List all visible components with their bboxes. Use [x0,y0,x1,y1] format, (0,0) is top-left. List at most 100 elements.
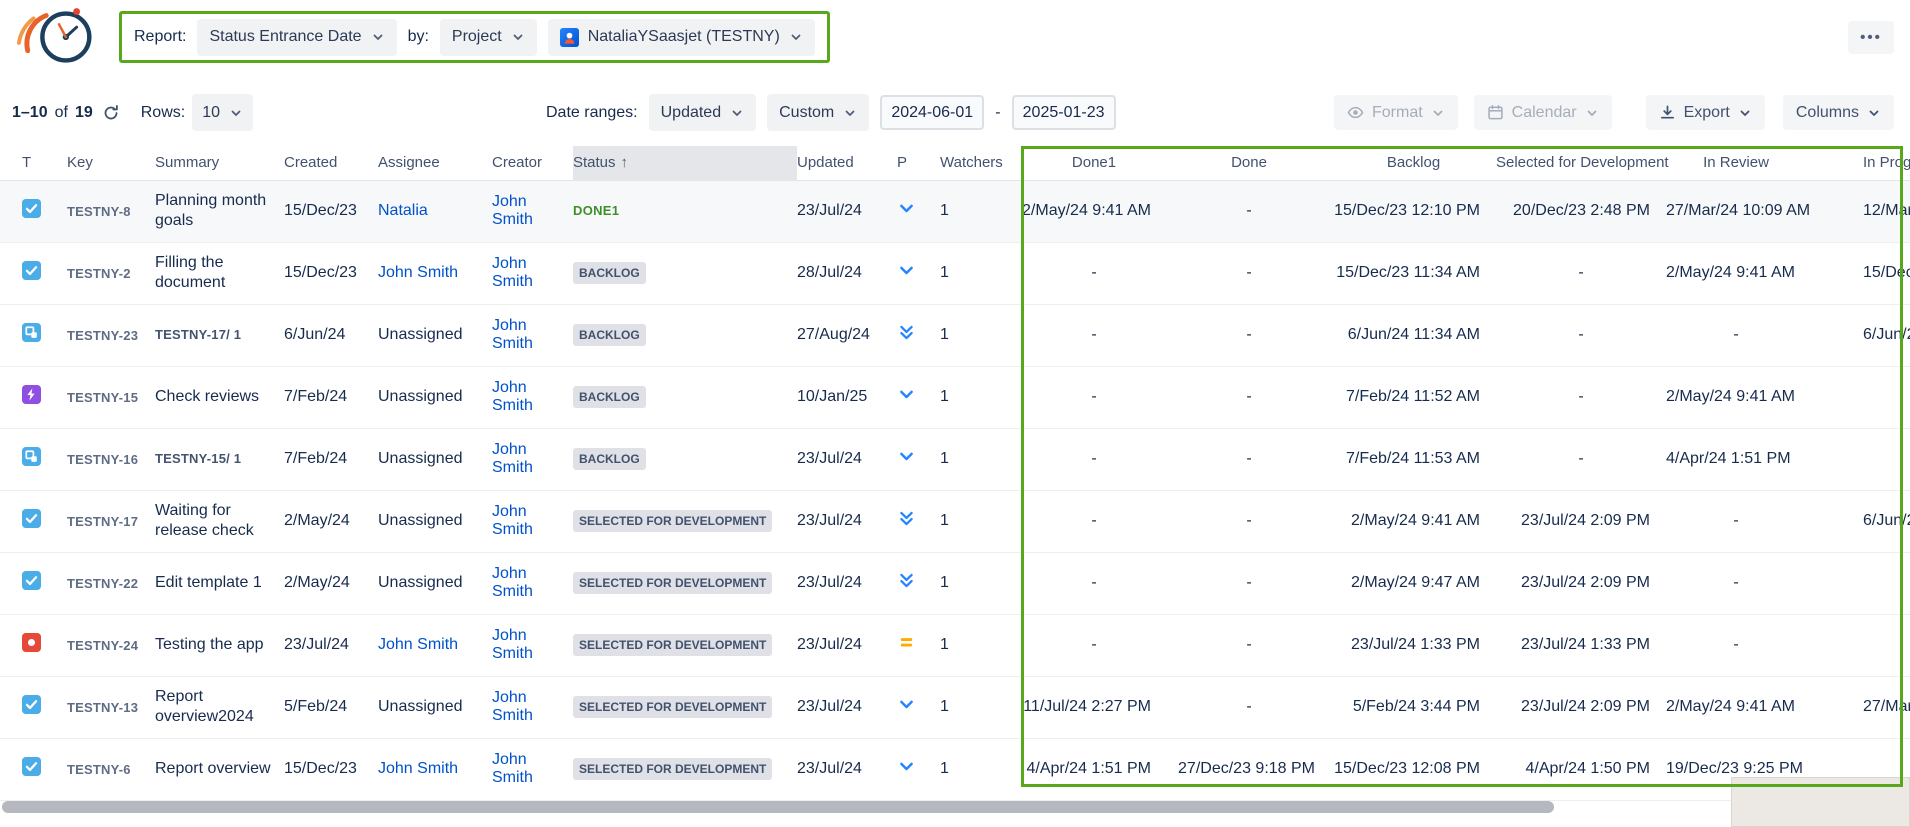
refresh-button[interactable] [100,102,122,124]
pagination-of-label: of [55,104,68,122]
report-type-dropdown[interactable]: Status Entrance Date [197,19,396,56]
priority-low-icon [897,261,916,280]
creator-link[interactable]: John Smith [492,689,533,724]
issue-summary: Report overview [155,738,284,800]
assignee-cell: Unassigned [378,676,492,738]
assignee-link[interactable]: John Smith [378,264,458,281]
rows-per-page-value: 10 [202,104,220,122]
column-header-creator[interactable]: Creator [492,146,573,180]
created-date: 23/Jul/24 [284,614,378,676]
status-date-backlog: 7/Feb/24 11:52 AM [1331,366,1496,428]
column-header-p[interactable]: P [897,146,940,180]
updated-date: 23/Jul/24 [797,490,897,552]
column-header-backlog[interactable]: Backlog [1331,146,1496,180]
creator-link[interactable]: John Smith [492,193,533,228]
status-badge: BACKLOG [573,448,646,470]
issue-type-cell [0,614,67,676]
issue-summary-text: Check reviews [155,388,259,405]
creator-link[interactable]: John Smith [492,751,533,786]
status-cell: SELECTED FOR DEVELOPMENT [573,552,797,614]
column-header-label: Status [573,154,616,171]
more-options-button[interactable]: ••• [1848,21,1894,54]
assignee-text: Unassigned [378,326,463,343]
chevron-down-icon [229,106,243,120]
table-row: TESTNY-13Report overview20245/Feb/24Unas… [0,676,1910,738]
project-avatar-icon [560,28,579,47]
column-header-in_review[interactable]: In Review [1666,146,1806,180]
date-to-input[interactable]: 2025-01-23 [1012,95,1116,130]
issue-summary-text: Edit template 1 [155,574,262,591]
issue-key: TESTNY-17 [67,490,155,552]
sort-ascending-icon: ↑ [621,154,629,171]
table-row: TESTNY-17Waiting for release check2/May/… [0,490,1910,552]
priority-cell [897,490,940,552]
creator-link[interactable]: John Smith [492,255,533,290]
issue-type-cell [0,676,67,738]
status-date-done1: - [1021,242,1167,304]
range-mode-dropdown[interactable]: Custom [767,94,869,131]
status-badge: SELECTED FOR DEVELOPMENT [573,634,772,656]
status-date-selected: 23/Jul/24 2:09 PM [1496,676,1666,738]
creator-link[interactable]: John Smith [492,565,533,600]
updated-date: 23/Jul/24 [797,180,897,242]
subtask-icon [22,447,41,466]
watchers-count: 1 [940,180,1021,242]
column-header-t[interactable]: T [0,146,67,180]
column-header-status[interactable]: Status ↑ [573,146,797,180]
report-type-value: Status Entrance Date [209,28,361,46]
issue-summary: TESTNY-17/ 1 [155,304,284,366]
assignee-link[interactable]: John Smith [378,636,458,653]
priority-low-icon [897,385,916,404]
column-header-selected[interactable]: Selected for Development [1496,146,1666,180]
date-field-dropdown[interactable]: Updated [649,94,757,131]
column-header-updated[interactable]: Updated [797,146,897,180]
column-header-label: Summary [155,154,219,171]
issue-key: TESTNY-16 [67,428,155,490]
project-value: NataliaYSaasjet (TESTNY) [588,28,780,46]
project-dropdown[interactable]: NataliaYSaasjet (TESTNY) [548,19,815,56]
column-header-key[interactable]: Key [67,146,155,180]
app-logo-icon [14,5,104,69]
status-date-selected: - [1496,366,1666,428]
pagination-total: 19 [75,104,93,122]
format-dropdown[interactable]: Format [1334,95,1458,130]
status-date-done1: - [1021,490,1167,552]
column-header-done[interactable]: Done [1167,146,1331,180]
status-date-in_progress: 15/Dec/2 [1806,242,1910,304]
status-date-done: - [1167,676,1331,738]
horizontal-scrollbar-thumb[interactable] [2,801,1554,813]
status-date-selected: 23/Jul/24 1:33 PM [1496,614,1666,676]
date-from-input[interactable]: 2024-06-01 [880,95,984,130]
assignee-link[interactable]: Natalia [378,202,428,219]
assignee-cell: Unassigned [378,366,492,428]
creator-link[interactable]: John Smith [492,317,533,352]
creator-link[interactable]: John Smith [492,441,533,476]
column-header-watchers[interactable]: Watchers [940,146,1021,180]
creator-link[interactable]: John Smith [492,503,533,538]
watchers-count: 1 [940,490,1021,552]
column-header-in_progress[interactable]: In Progress [1806,146,1910,180]
status-date-selected: - [1496,428,1666,490]
columns-dropdown[interactable]: Columns [1783,95,1894,130]
issue-key: TESTNY-24 [67,614,155,676]
calendar-dropdown[interactable]: Calendar [1474,95,1612,130]
column-header-summary[interactable]: Summary [155,146,284,180]
export-dropdown[interactable]: Export [1646,95,1765,130]
rows-per-page-dropdown[interactable]: 10 [192,94,253,131]
priority-cell [897,428,940,490]
status-date-backlog: 23/Jul/24 1:33 PM [1331,614,1496,676]
refresh-icon [102,104,120,122]
issue-summary: Testing the app [155,614,284,676]
created-date: 7/Feb/24 [284,366,378,428]
status-badge: SELECTED FOR DEVELOPMENT [573,510,772,532]
column-header-created[interactable]: Created [284,146,378,180]
assignee-link[interactable]: John Smith [378,760,458,777]
column-header-done1[interactable]: Done1 [1021,146,1167,180]
status-date-in_progress: 12/Mar/2 [1806,180,1910,242]
creator-link[interactable]: John Smith [492,379,533,414]
issue-summary-text: TESTNY-17/ 1 [155,327,241,342]
column-header-assignee[interactable]: Assignee [378,146,492,180]
group-by-dropdown[interactable]: Project [440,19,537,56]
creator-link[interactable]: John Smith [492,627,533,662]
column-header-label: P [897,154,907,171]
